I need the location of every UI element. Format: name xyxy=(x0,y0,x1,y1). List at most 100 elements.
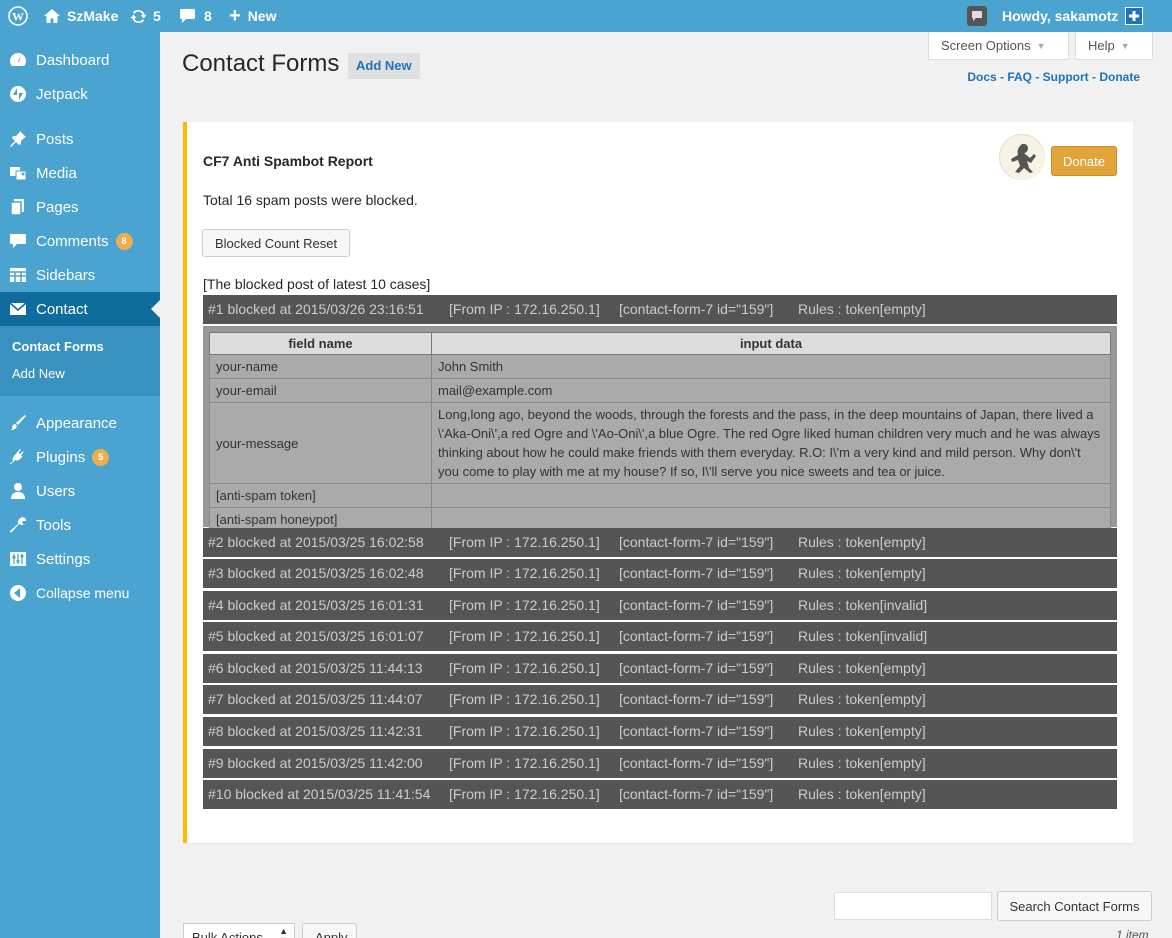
input-data-cell: John Smith xyxy=(431,354,1111,379)
help-button[interactable]: Help ▼ xyxy=(1075,32,1153,60)
user-icon xyxy=(0,482,36,500)
input-data-cell xyxy=(431,483,1111,508)
sidebar-item-plugins[interactable]: Plugins 5 xyxy=(0,440,160,474)
items-count: 1 item xyxy=(1116,928,1149,938)
sidebar-item-label: Pages xyxy=(36,198,79,216)
blocked-row[interactable]: #7 blocked at 2015/03/25 11:44:07 [From … xyxy=(203,685,1117,714)
blocked-row[interactable]: #1 blocked at 2015/03/26 23:16:51 [From … xyxy=(203,295,1117,324)
blocked-ip: [From IP : 172.16.250.1] xyxy=(449,565,600,581)
total-blocked-text: Total 16 spam posts were blocked. xyxy=(203,192,418,208)
blocked-form: [contact-form-7 id="159"] xyxy=(619,301,774,317)
contact-submenu: Contact Forms Add New xyxy=(0,326,160,396)
plus-icon: + xyxy=(229,5,241,27)
blocked-count-reset-button[interactable]: Blocked Count Reset xyxy=(202,229,350,257)
field-name-cell: your-message xyxy=(209,402,432,484)
blocked-rule: Rules : token[empty] xyxy=(798,691,926,707)
blocked-ip: [From IP : 172.16.250.1] xyxy=(449,755,600,771)
sidebar-item-label: Comments xyxy=(36,232,109,250)
blocked-rule: Rules : token[empty] xyxy=(798,660,926,676)
select-arrows-icon: ▲▼ xyxy=(279,926,288,938)
sidebar-item-label: Collapse menu xyxy=(36,585,130,601)
caret-down-icon: ▼ xyxy=(1036,40,1046,51)
blocked-ip: [From IP : 172.16.250.1] xyxy=(449,786,600,802)
svg-text:W: W xyxy=(12,10,24,24)
blocked-row[interactable]: #9 blocked at 2015/03/25 11:42:00 [From … xyxy=(203,749,1117,778)
sidebar-collapse-menu[interactable]: Collapse menu xyxy=(0,576,160,610)
table-row: your-name John Smith xyxy=(209,354,1111,379)
sidebar-item-posts[interactable]: Posts xyxy=(0,122,160,156)
latest-cases-caption: [The blocked post of latest 10 cases] xyxy=(203,276,431,292)
sidebar-item-label: Users xyxy=(36,482,76,500)
blocked-form: [contact-form-7 id="159"] xyxy=(619,597,774,613)
submenu-add-new[interactable]: Add New xyxy=(12,366,65,381)
submenu-contact-forms[interactable]: Contact Forms xyxy=(12,339,104,354)
blocked-ip: [From IP : 172.16.250.1] xyxy=(449,628,600,644)
apply-button[interactable]: Apply xyxy=(302,923,357,938)
comment-icon xyxy=(0,232,36,250)
new-content-link[interactable]: + New xyxy=(229,0,276,32)
add-new-button[interactable]: Add New xyxy=(348,53,420,79)
search-input[interactable] xyxy=(834,892,992,920)
blocked-row[interactable]: #4 blocked at 2015/03/25 16:01:31 [From … xyxy=(203,591,1117,620)
my-account-link[interactable]: Howdy, sakamotz xyxy=(1002,0,1144,32)
spambot-report-panel: CF7 Anti Spambot Report Donate Total 16 … xyxy=(183,122,1133,843)
blocked-form: [contact-form-7 id="159"] xyxy=(619,691,774,707)
sidebar-item-users[interactable]: Users xyxy=(0,474,160,508)
dashboard-icon xyxy=(0,51,36,69)
blocked-time: #7 blocked at 2015/03/25 11:44:07 xyxy=(208,691,423,707)
report-title: CF7 Anti Spambot Report xyxy=(203,153,373,169)
sidebar-item-tools[interactable]: Tools xyxy=(0,508,160,542)
refresh-icon xyxy=(130,8,147,25)
comments-count: 8 xyxy=(204,8,212,24)
screen-options-button[interactable]: Screen Options ▼ xyxy=(928,32,1069,60)
sidebar-item-appearance[interactable]: Appearance xyxy=(0,406,160,440)
blocked-rule: Rules : token[empty] xyxy=(798,301,926,317)
blocked-rule: Rules : token[invalid] xyxy=(798,628,928,644)
new-label: New xyxy=(247,8,277,24)
sidebar-item-media[interactable]: Media xyxy=(0,156,160,190)
avatar xyxy=(1125,7,1144,25)
blocked-row[interactable]: #5 blocked at 2015/03/25 16:01:07 [From … xyxy=(203,622,1117,651)
howdy-text: Howdy, sakamotz xyxy=(1002,8,1119,24)
input-data-cell: mail@example.com xyxy=(431,378,1111,403)
settings-icon xyxy=(0,550,36,568)
comments-badge: 8 xyxy=(115,232,133,250)
sidebar-item-settings[interactable]: Settings xyxy=(0,542,160,576)
sidebar-item-contact[interactable]: Contact xyxy=(0,292,160,326)
sidebar-item-dashboard[interactable]: Dashboard xyxy=(0,43,160,77)
sidebar-item-comments[interactable]: Comments 8 xyxy=(0,224,160,258)
blocked-form: [contact-form-7 id="159"] xyxy=(619,628,774,644)
bulk-actions-select[interactable]: Bulk Actions ▲▼ xyxy=(183,923,295,938)
blocked-row[interactable]: #2 blocked at 2015/03/25 16:02:58 [From … xyxy=(203,528,1117,557)
site-name: SzMake xyxy=(67,8,119,24)
sidebar-item-sidebars[interactable]: Sidebars xyxy=(0,258,160,292)
notification-icon[interactable] xyxy=(967,0,987,32)
grid-icon xyxy=(0,266,36,284)
blocked-form: [contact-form-7 id="159"] xyxy=(619,755,774,771)
blocked-rule: Rules : token[empty] xyxy=(798,786,926,802)
sidebar-item-label: Media xyxy=(36,164,77,182)
blocked-row[interactable]: #6 blocked at 2015/03/25 11:44:13 [From … xyxy=(203,654,1117,683)
sidebar-item-jetpack[interactable]: Jetpack xyxy=(0,77,160,111)
donate-button[interactable]: Donate xyxy=(1051,146,1117,176)
pages-icon xyxy=(0,198,36,216)
blocked-form: [contact-form-7 id="159"] xyxy=(619,534,774,550)
blocked-time: #2 blocked at 2015/03/25 16:02:58 xyxy=(208,534,424,550)
plugins-badge: 5 xyxy=(92,448,110,466)
blocked-form: [contact-form-7 id="159"] xyxy=(619,565,774,581)
comments-link[interactable]: 8 xyxy=(179,0,212,32)
blocked-row[interactable]: #8 blocked at 2015/03/25 11:42:31 [From … xyxy=(203,717,1117,746)
search-contact-forms-button[interactable]: Search Contact Forms xyxy=(997,891,1152,921)
wordpress-logo-icon[interactable]: W xyxy=(8,0,28,32)
blocked-time: #8 blocked at 2015/03/25 11:42:31 xyxy=(208,723,423,739)
blocked-time: #6 blocked at 2015/03/25 11:44:13 xyxy=(208,660,423,676)
blocked-row[interactable]: #10 blocked at 2015/03/25 11:41:54 [From… xyxy=(203,780,1117,809)
sidebar-item-pages[interactable]: Pages xyxy=(0,190,160,224)
home-icon xyxy=(43,8,61,24)
site-name-link[interactable]: SzMake xyxy=(43,0,118,32)
blocked-time: #9 blocked at 2015/03/25 11:42:00 xyxy=(208,755,423,771)
docs-links[interactable]: Docs - FAQ - Support - Donate xyxy=(967,70,1140,84)
blocked-row[interactable]: #3 blocked at 2015/03/25 16:02:48 [From … xyxy=(203,559,1117,588)
updates-link[interactable]: 5 xyxy=(130,0,161,32)
collapse-icon xyxy=(0,584,36,602)
